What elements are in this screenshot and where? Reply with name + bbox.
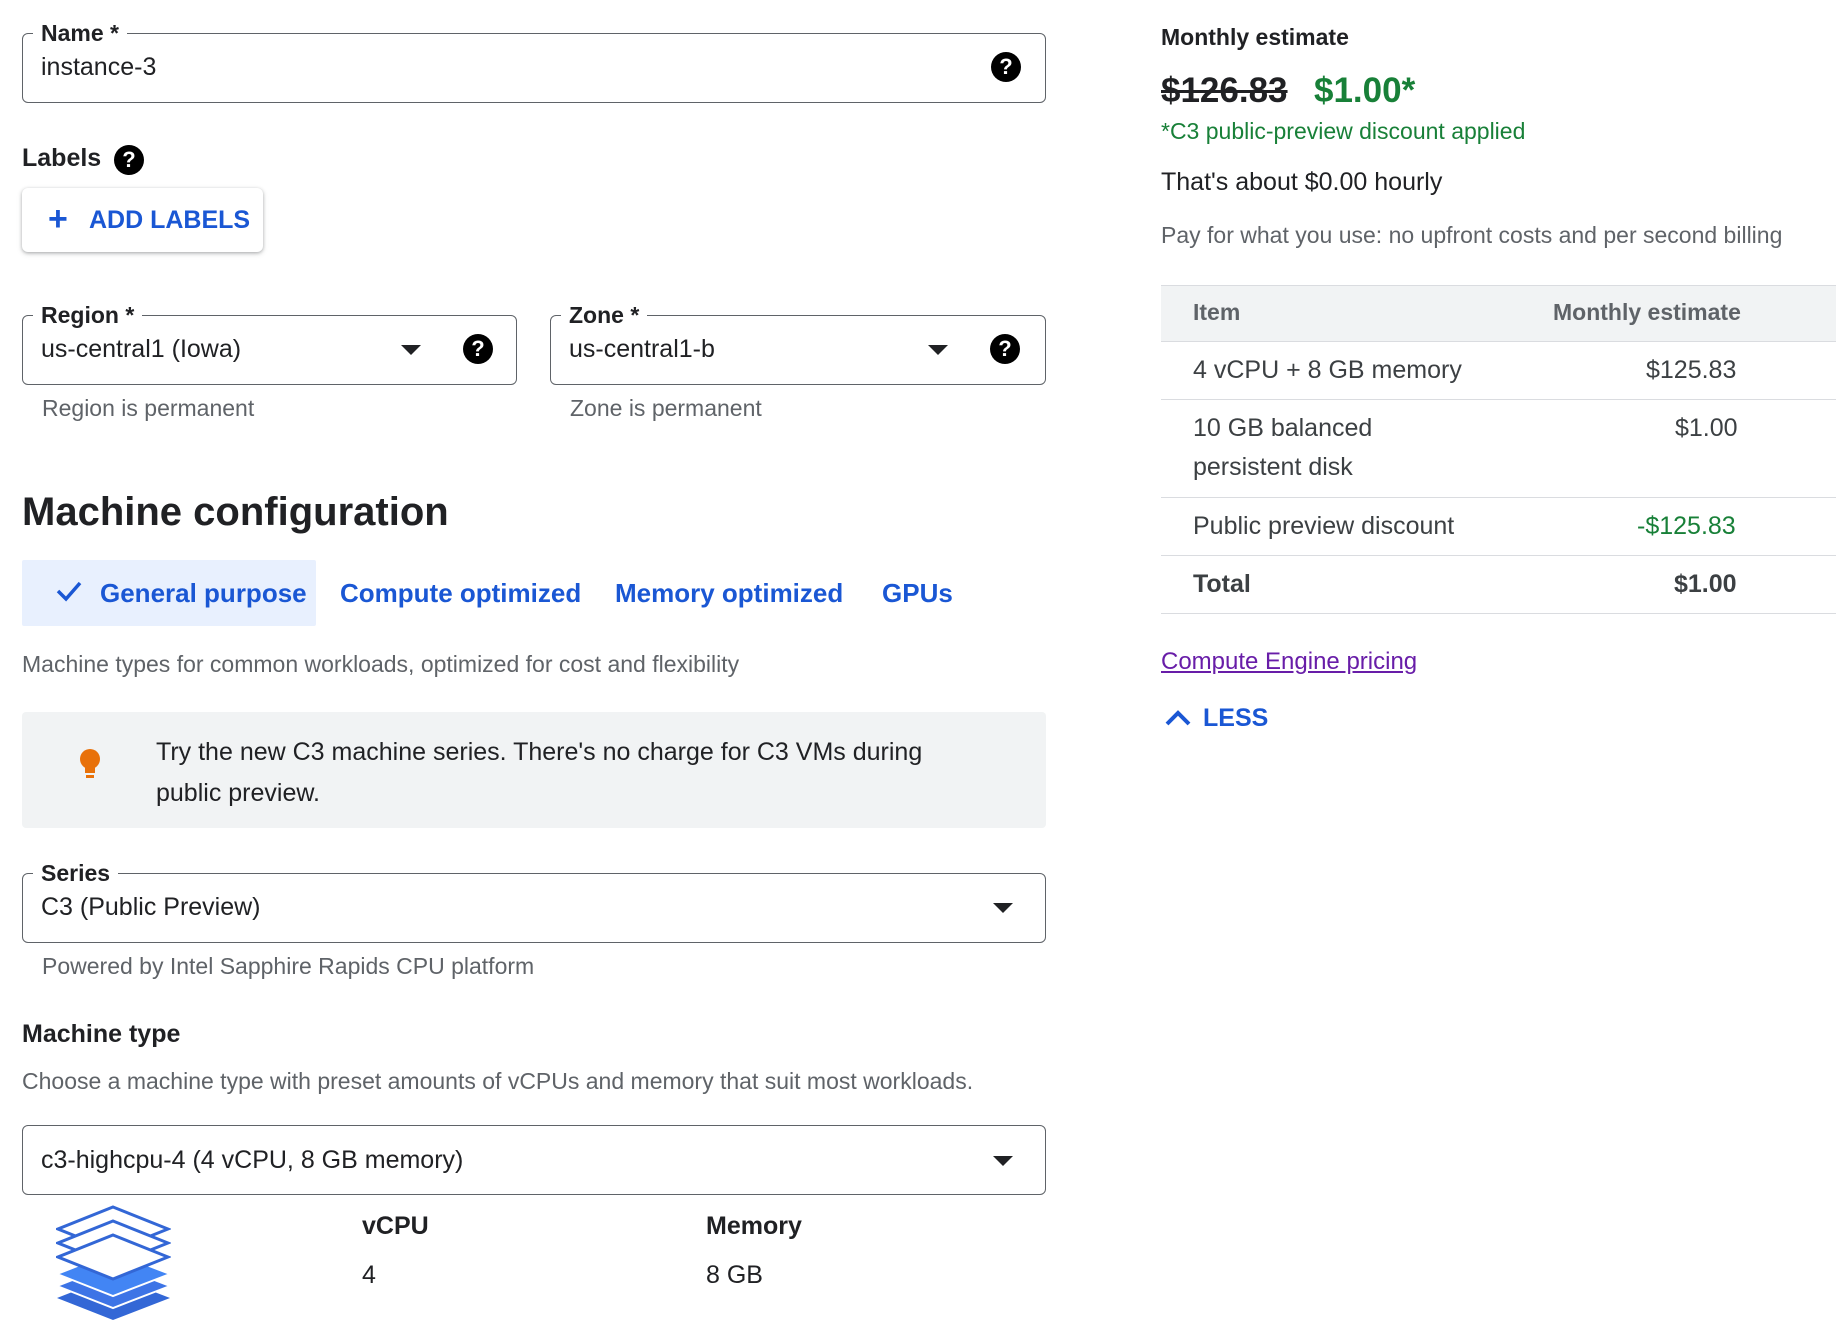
chevron-down-icon[interactable] bbox=[928, 345, 948, 355]
add-labels-button[interactable]: + ADD LABELS bbox=[22, 188, 263, 252]
add-labels-label: ADD LABELS bbox=[89, 206, 251, 234]
table-header-estimate: Monthly estimate bbox=[1553, 299, 1741, 325]
tab-label: Memory optimized bbox=[615, 578, 844, 608]
chevron-down-icon[interactable] bbox=[993, 1156, 1013, 1166]
tab-compute-optimized[interactable]: Compute optimized bbox=[340, 560, 581, 626]
tab-gpus[interactable]: GPUs bbox=[882, 560, 953, 626]
table-row-item: Public preview discount bbox=[1193, 512, 1455, 540]
chevron-down-icon[interactable] bbox=[993, 903, 1013, 913]
table-total-value: $1.00 bbox=[1674, 570, 1737, 598]
chevron-up-icon bbox=[1164, 707, 1192, 732]
machine-type-value: c3-highcpu-4 (4 vCPU, 8 GB memory) bbox=[41, 1146, 464, 1174]
tab-memory-optimized[interactable]: Memory optimized bbox=[615, 560, 843, 626]
table-header-item: Item bbox=[1193, 299, 1241, 325]
table-row-cost: $125.83 bbox=[1646, 356, 1737, 384]
machine-type-description: Choose a machine type with preset amount… bbox=[22, 1068, 974, 1094]
zone-hint: Zone is permanent bbox=[570, 395, 762, 421]
row-divider bbox=[1161, 341, 1836, 342]
region-help-icon[interactable]: ? bbox=[463, 334, 493, 364]
machine-type-title: Machine type bbox=[22, 1020, 181, 1048]
chevron-down-icon[interactable] bbox=[401, 345, 421, 355]
region-label: Region * bbox=[33, 302, 143, 328]
table-row-cost: $1.00 bbox=[1675, 414, 1738, 442]
lightbulb-icon bbox=[78, 748, 102, 787]
labels-help-icon[interactable]: ? bbox=[114, 145, 144, 175]
tab-label: GPUs bbox=[882, 578, 953, 608]
pricing-link[interactable]: Compute Engine pricing bbox=[1161, 648, 1417, 676]
info-banner: Try the new C3 machine series. There's n… bbox=[22, 712, 1046, 828]
region-select[interactable]: Region * us-central1 (Iowa) ? bbox=[22, 302, 517, 385]
zone-value: us-central1-b bbox=[569, 335, 715, 363]
region-value: us-central1 (Iowa) bbox=[41, 335, 242, 363]
old-price: $126.83 bbox=[1161, 71, 1288, 110]
layers-icon bbox=[53, 1205, 173, 1329]
plus-icon: + bbox=[48, 200, 68, 238]
hourly-estimate: That's about $0.00 hourly bbox=[1161, 168, 1443, 196]
table-total-label: Total bbox=[1193, 570, 1251, 598]
name-field[interactable]: Name * instance-3 ? bbox=[22, 20, 1046, 103]
row-divider bbox=[1161, 613, 1836, 614]
name-field-label: Name * bbox=[33, 20, 127, 46]
row-divider bbox=[1161, 555, 1836, 556]
section-description: Machine types for common workloads, opti… bbox=[22, 651, 740, 677]
discount-note: *C3 public-preview discount applied bbox=[1161, 118, 1526, 144]
zone-select[interactable]: Zone * us-central1-b ? bbox=[550, 302, 1046, 385]
estimate-title: Monthly estimate bbox=[1161, 24, 1349, 50]
zone-label: Zone * bbox=[561, 302, 648, 328]
new-price: $1.00* bbox=[1314, 71, 1416, 110]
vcpu-label: vCPU bbox=[362, 1212, 429, 1240]
tab-general-purpose[interactable]: General purpose bbox=[56, 560, 307, 626]
labels-title-text: Labels bbox=[22, 144, 102, 172]
labels-title: Labels bbox=[22, 144, 101, 173]
table-row-item: 10 GB balanced bbox=[1193, 414, 1373, 442]
less-label: LESS bbox=[1203, 704, 1269, 732]
check-icon bbox=[56, 560, 82, 626]
tab-label: Compute optimized bbox=[340, 578, 582, 608]
row-divider bbox=[1161, 399, 1836, 400]
billing-note: Pay for what you use: no upfront costs a… bbox=[1161, 222, 1783, 248]
memory-label: Memory bbox=[706, 1212, 802, 1240]
info-banner-text: Try the new C3 machine series. There's n… bbox=[156, 738, 923, 807]
row-divider bbox=[1161, 497, 1836, 498]
table-row-item: persistent disk bbox=[1193, 453, 1353, 481]
series-select[interactable]: Series C3 (Public Preview) bbox=[22, 860, 1046, 943]
vcpu-value: 4 bbox=[362, 1261, 376, 1289]
table-row-cost: -$125.83 bbox=[1637, 512, 1736, 540]
name-field-value[interactable]: instance-3 bbox=[41, 52, 156, 82]
table-row-item: 4 vCPU + 8 GB memory bbox=[1193, 356, 1462, 384]
zone-help-icon[interactable]: ? bbox=[990, 334, 1020, 364]
series-value: C3 (Public Preview) bbox=[41, 893, 261, 921]
machine-type-select[interactable]: c3-highcpu-4 (4 vCPU, 8 GB memory) bbox=[22, 1125, 1046, 1195]
series-label: Series bbox=[33, 860, 119, 886]
series-hint: Powered by Intel Sapphire Rapids CPU pla… bbox=[42, 953, 535, 979]
region-hint: Region is permanent bbox=[42, 395, 255, 421]
tab-label: General purpose bbox=[100, 578, 307, 608]
help-icon[interactable]: ? bbox=[991, 52, 1021, 82]
memory-value: 8 GB bbox=[706, 1261, 763, 1289]
section-title: Machine configuration bbox=[22, 490, 449, 534]
